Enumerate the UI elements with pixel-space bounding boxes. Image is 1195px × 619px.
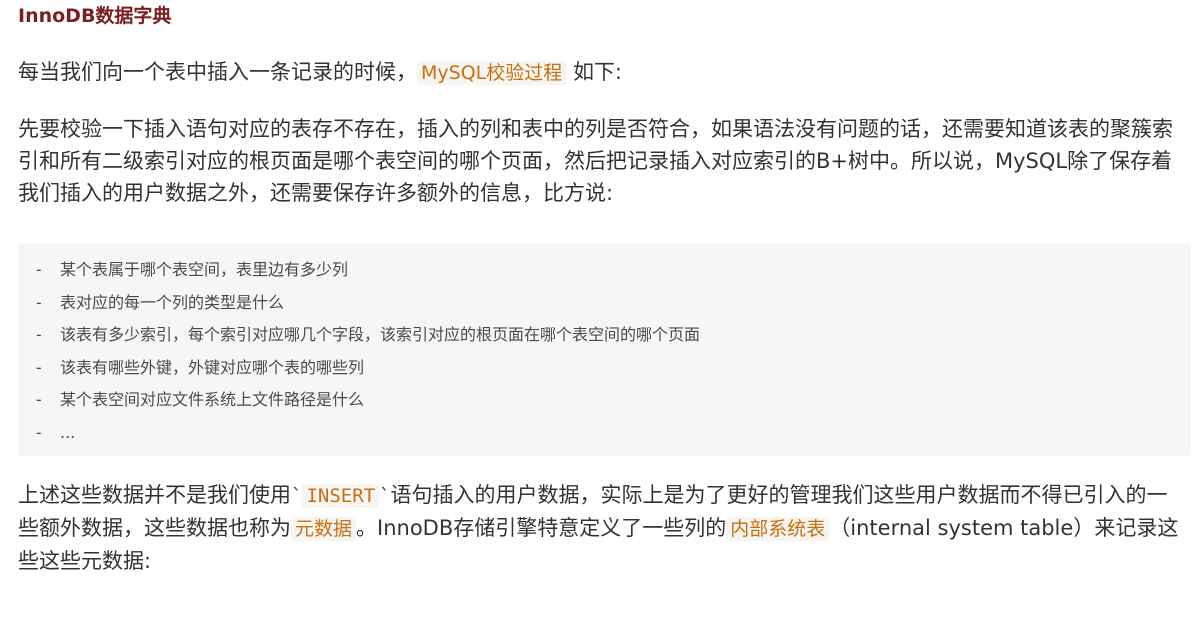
list-item: - 某个表空间对应文件系统上文件路径是什么 — [34, 384, 1191, 417]
list-dash: - — [34, 422, 44, 442]
list-dash: - — [34, 325, 44, 344]
backtick-open: ` — [291, 485, 303, 507]
backtick-close: ` — [379, 485, 391, 507]
list-item-text: ... — [60, 422, 76, 442]
list-dash: - — [34, 260, 44, 279]
intro-text-end: 如下: — [572, 60, 623, 84]
list-item-text: 某个表空间对应文件系统上文件路径是什么 — [60, 390, 365, 409]
document-page: InnoDB数据字典 每当我们向一个表中插入一条记录的时候， MySQL校验过程 … — [0, 0, 1195, 619]
metadata-text-1: 上述这些数据并不是我们使用 — [18, 483, 291, 507]
inline-code-internal-tables: 内部系统表 — [726, 517, 830, 541]
list-dash: - — [34, 357, 44, 377]
list-item: - 该表有哪些外键，外键对应哪个表的哪些列 — [34, 352, 1191, 385]
list-item: - 该表有多少索引，每个索引对应哪几个字段，该索引对应的根页面在哪个表空间的哪个页… — [34, 319, 1191, 352]
explanation-paragraph: 先要校验一下插入语句对应的表存不存在，插入的列和表中的列是否符合，如果语法没有问… — [18, 117, 1173, 205]
intro-text: 每当我们向一个表中插入一条记录的时候， — [18, 60, 417, 84]
list-item: -... — [34, 417, 1191, 450]
intro-paragraph: 每当我们向一个表中插入一条记录的时候， MySQL校验过程 如下: — [18, 56, 1186, 89]
list-dash: - — [34, 292, 44, 312]
inline-code-metadata: 元数据 — [291, 517, 357, 541]
list-item-text: 某个表属于哪个表空间，表里边有多少列 — [60, 260, 349, 279]
info-list-codeblock: - 某个表属于哪个表空间，表里边有多少列 - 表对应的每一个列的类型是什么 - 该表有… — [18, 243, 1191, 456]
metadata-text-3: 。InnoDB存储引擎特意定义了一些列的 — [356, 516, 727, 540]
list-item: - 某个表属于哪个表空间，表里边有多少列 — [34, 254, 1191, 287]
list-item-text: 表对应的每一个列的类型是什么 — [60, 292, 285, 312]
inline-code-insert: INSERT — [302, 484, 380, 508]
list-item: - 表对应的每一个列的类型是什么 — [34, 287, 1191, 320]
metadata-paragraph: 上述这些数据并不是我们使用` INSERT `语句插入的用户数据，实际上是为了更好的… — [18, 479, 1186, 577]
list-dash: - — [34, 390, 44, 409]
list-item-text: 该表有哪些外键，外键对应哪个表的哪些列 — [60, 357, 365, 377]
list-item-text: 该表有多少索引，每个索引对应哪几个字段，该索引对应的根页面在哪个表空间的哪个页面 — [60, 325, 701, 344]
inline-code-mysql-check: MySQL校验过程 — [417, 61, 567, 85]
section-heading: InnoDB数据字典 — [18, 5, 172, 27]
